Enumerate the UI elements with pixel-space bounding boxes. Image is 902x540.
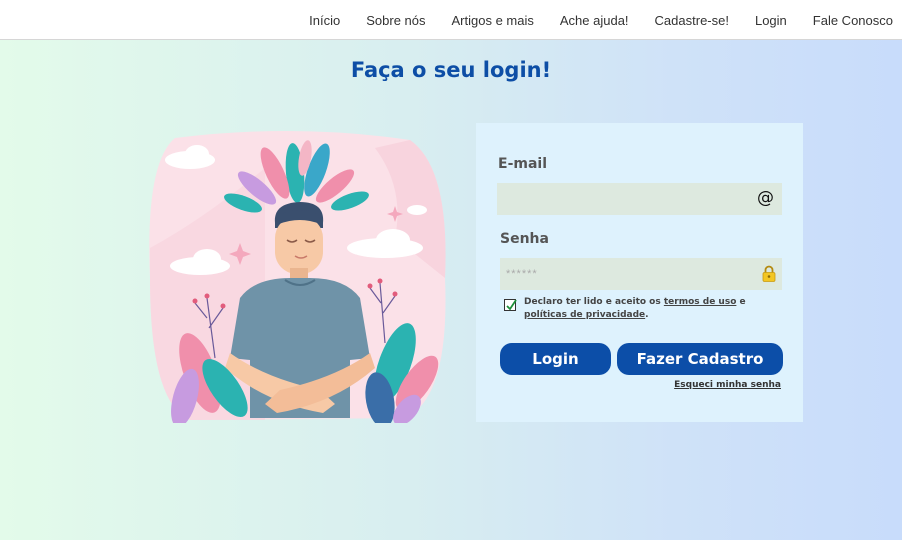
login-button[interactable]: Login — [500, 343, 611, 375]
main-nav: Início Sobre nós Artigos e mais Ache aju… — [296, 0, 893, 40]
password-input[interactable] — [500, 258, 748, 290]
nav-link-inicio[interactable]: Início — [296, 13, 353, 28]
terms-checkbox[interactable] — [504, 299, 517, 311]
forgot-password-link[interactable]: Esqueci minha senha — [674, 380, 781, 390]
terms-middle: e — [736, 297, 746, 307]
nav-link-fale-conosco[interactable]: Fale Conosco — [800, 13, 893, 28]
nav-link-ache-ajuda[interactable]: Ache ajuda! — [547, 13, 642, 28]
nav-link-cadastre-se[interactable]: Cadastre-se! — [642, 13, 742, 28]
login-panel: E-mail @ Senha Declaro ter lido e aceito… — [476, 123, 803, 422]
meditation-illustration — [149, 130, 446, 423]
nav-link-sobre-nos[interactable]: Sobre nós — [353, 13, 438, 28]
privacy-policy-link[interactable]: políticas de privacidade — [524, 310, 645, 320]
page-title: Faça o seu login! — [350, 58, 552, 82]
email-label: E-mail — [498, 156, 548, 172]
top-navbar: Início Sobre nós Artigos e mais Ache aju… — [0, 0, 902, 40]
register-button[interactable]: Fazer Cadastro — [617, 343, 783, 375]
nav-link-login[interactable]: Login — [742, 13, 800, 28]
email-input[interactable] — [497, 183, 745, 215]
terms-of-use-link[interactable]: termos de uso — [664, 297, 737, 307]
at-icon: @ — [757, 188, 774, 208]
lock-icon — [762, 265, 776, 282]
terms-prefix: Declaro ter lido e aceito os — [524, 297, 664, 307]
terms-suffix: . — [645, 310, 649, 320]
check-icon — [506, 299, 517, 311]
password-field-wrapper — [500, 258, 782, 290]
terms-text: Declaro ter lido e aceito os termos de u… — [524, 296, 786, 322]
nav-link-artigos[interactable]: Artigos e mais — [439, 13, 547, 28]
email-field-wrapper: @ — [497, 183, 782, 215]
password-label: Senha — [500, 231, 549, 247]
